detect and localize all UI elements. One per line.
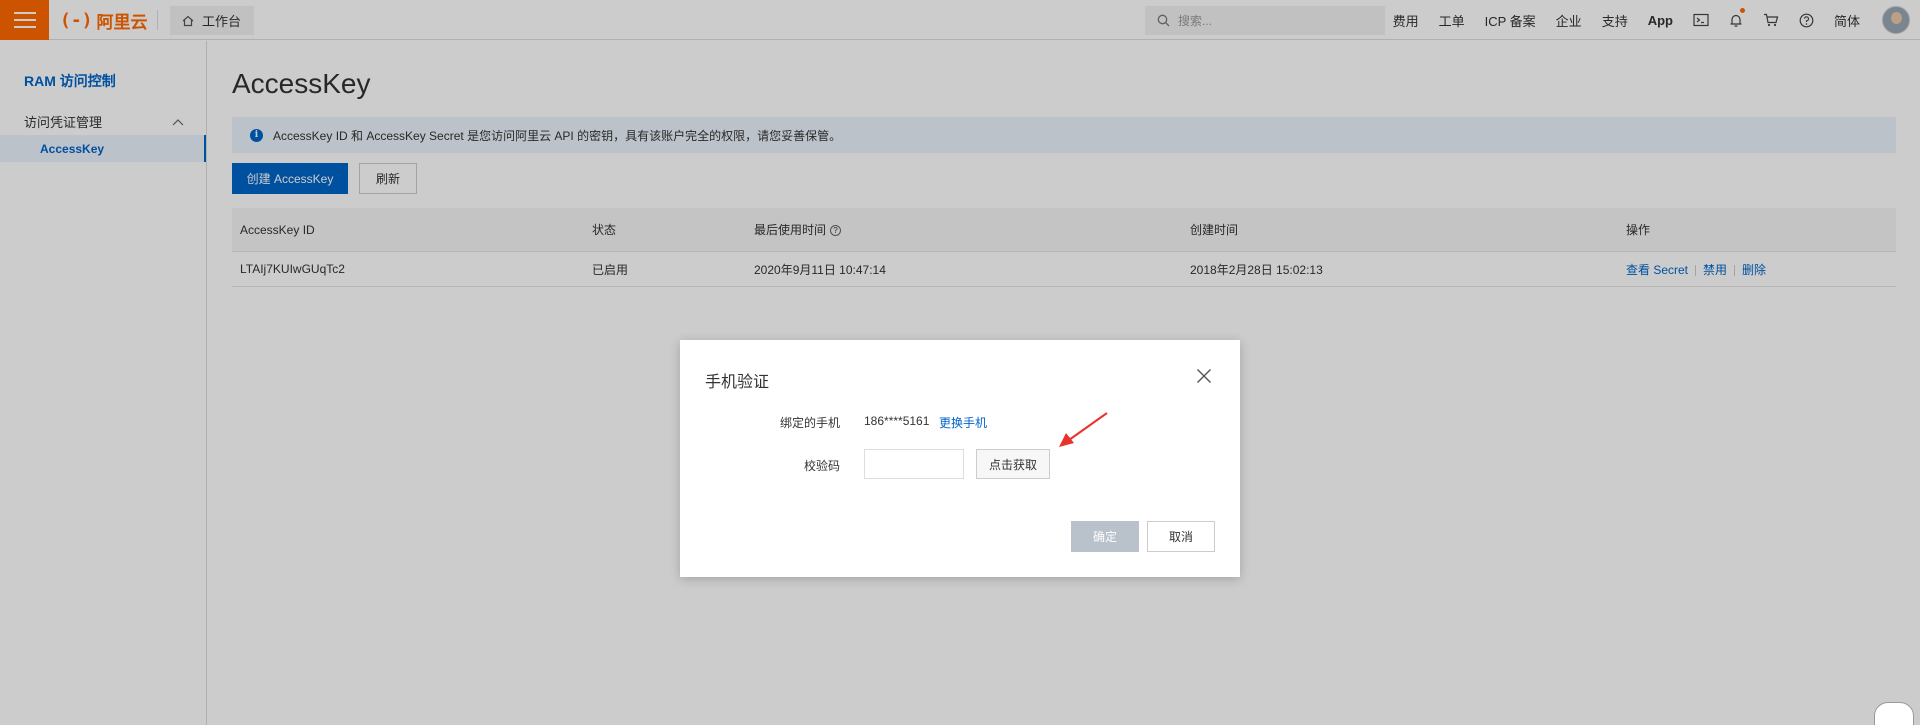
confirm-button[interactable]: 确定 (1071, 521, 1139, 552)
chat-widget-icon[interactable] (1874, 702, 1914, 725)
cancel-button[interactable]: 取消 (1147, 521, 1215, 552)
verification-code-input[interactable] (864, 449, 964, 479)
verification-code-label: 校验码 (803, 459, 840, 473)
dialog-title: 手机验证 (705, 374, 770, 391)
phone-verification-dialog: 手机验证 绑定的手机 186****5161 更换手机 校验码 点击获取 确定 … (680, 340, 1240, 577)
get-code-button[interactable]: 点击获取 (976, 449, 1050, 479)
close-icon[interactable] (1196, 368, 1212, 384)
annotation-arrow-icon (1059, 412, 1108, 447)
bound-phone-value: 186****5161 (864, 414, 930, 428)
bound-phone-label: 绑定的手机 (779, 416, 840, 430)
change-phone-link[interactable]: 更换手机 (939, 414, 987, 431)
